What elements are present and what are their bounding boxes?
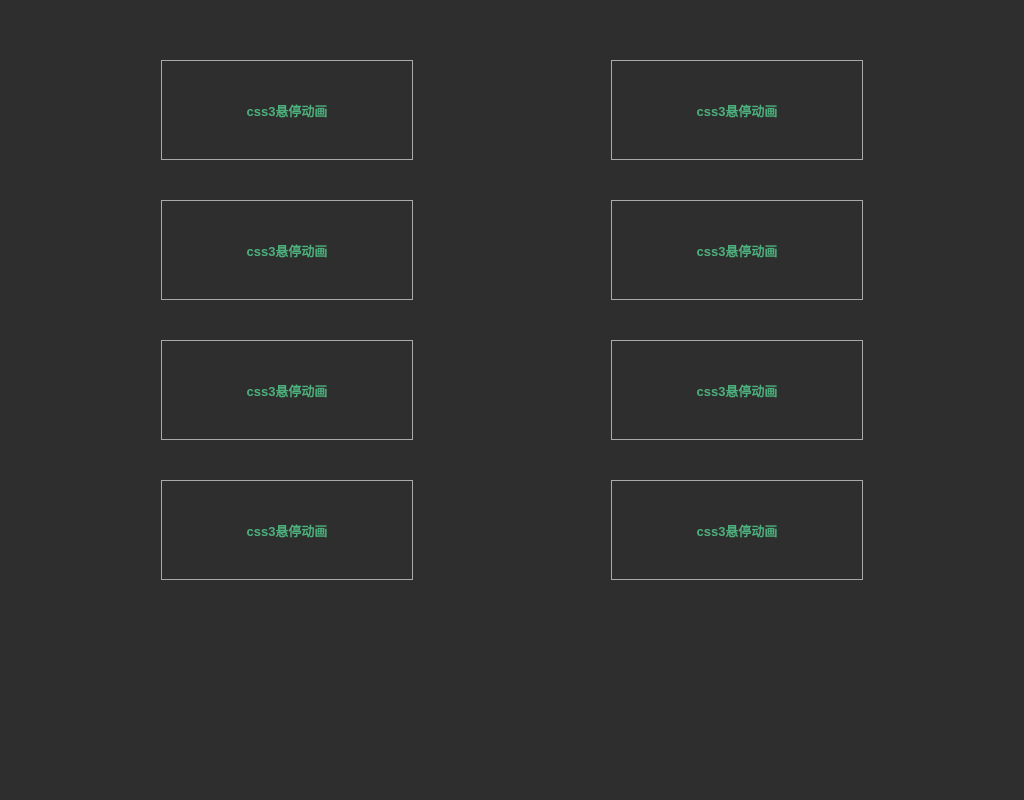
box-label: css3悬停动画 [247,241,328,260]
box-label: css3悬停动画 [697,101,778,120]
grid-container: css3悬停动画 css3悬停动画 css3悬停动画 css3悬停动画 css3… [161,60,863,580]
hover-animation-box[interactable]: css3悬停动画 [611,480,863,580]
hover-animation-box[interactable]: css3悬停动画 [161,480,413,580]
hover-animation-box[interactable]: css3悬停动画 [611,200,863,300]
box-label: css3悬停动画 [247,381,328,400]
hover-animation-box[interactable]: css3悬停动画 [161,200,413,300]
box-label: css3悬停动画 [247,521,328,540]
hover-animation-box[interactable]: css3悬停动画 [161,60,413,160]
box-label: css3悬停动画 [697,241,778,260]
hover-animation-box[interactable]: css3悬停动画 [611,340,863,440]
box-label: css3悬停动画 [247,101,328,120]
box-label: css3悬停动画 [697,381,778,400]
hover-animation-box[interactable]: css3悬停动画 [161,340,413,440]
box-label: css3悬停动画 [697,521,778,540]
hover-animation-box[interactable]: css3悬停动画 [611,60,863,160]
